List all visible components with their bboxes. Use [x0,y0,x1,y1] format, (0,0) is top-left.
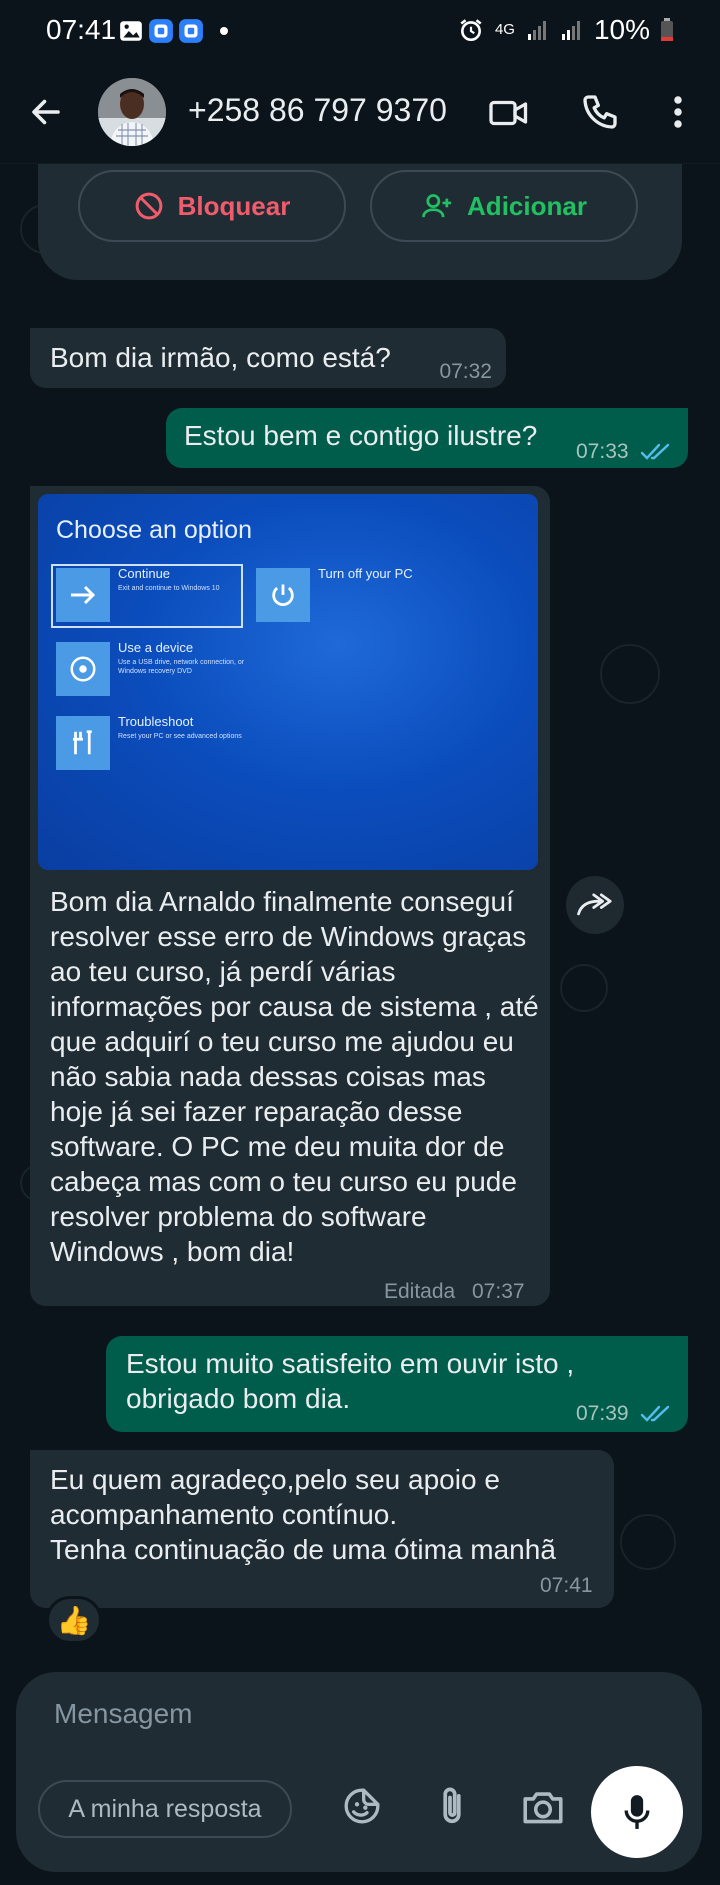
voice-call-icon[interactable] [580,92,620,132]
video-call-icon[interactable] [488,94,530,132]
reaction-badge[interactable]: 👍 [46,1596,102,1644]
read-receipt-icon [640,1405,670,1422]
add-user-icon [422,194,452,218]
message-text: Eu quem agradeço,pelo seu apoio e acompa… [50,1464,556,1565]
turn-off-tile [256,568,310,622]
chat-header: +258 86 797 9370 [0,62,720,164]
continue-sub: Exit and continue to Windows 10 [118,585,220,592]
forward-button[interactable] [566,876,624,934]
continue-label: Continue [118,566,171,581]
use-device-sub: Use a USB drive, network connection, or … [118,659,245,675]
unknown-contact-card: Bloquear Adicionar [38,164,682,280]
message-incoming-image[interactable]: Choose an option Continue Exit and conti… [30,486,550,1306]
camera-icon[interactable] [522,1788,564,1826]
app-notification-icon-2 [179,19,203,43]
gallery-notification-icon [120,21,142,41]
edited-label: Editada [384,1280,456,1303]
power-icon [272,584,294,606]
message-text: Bom dia irmão, como está? [50,342,391,373]
message-time: 07:41 [540,1574,593,1597]
message-time: 07:33 [576,440,629,463]
block-button[interactable]: Bloquear [78,170,346,242]
voice-record-button[interactable] [591,1766,683,1858]
status-bar: 07:41 4G 10% [0,0,720,62]
back-arrow-icon[interactable] [28,94,64,130]
troubleshoot-sub: Reset your PC or see advanced options [118,733,242,740]
disc-icon [70,656,96,682]
attach-icon[interactable] [434,1784,470,1828]
more-options-icon[interactable] [664,94,692,130]
signal-icon [527,21,546,40]
microphone-icon [624,1795,650,1829]
signal-icon-2 [561,21,580,40]
windows-recovery-screenshot[interactable]: Choose an option Continue Exit and conti… [38,494,538,870]
status-time: 07:41 [46,14,117,45]
continue-tile [56,568,110,622]
message-text: Bom dia Arnaldo finalmente conseguí reso… [50,886,547,1267]
message-incoming[interactable]: Eu quem agradeço,pelo seu apoio e acompa… [30,1450,614,1608]
message-incoming[interactable]: Bom dia irmão, como está? 07:32 [30,328,506,388]
troubleshoot-tile [56,716,110,770]
win-title: Choose an option [56,516,252,544]
block-icon [135,192,163,220]
message-input[interactable]: Mensagem [54,1698,193,1730]
tools-icon [73,730,92,755]
app-notification-icon [149,19,173,43]
more-notifications-dot [220,27,228,35]
turn-off-label: Turn off your PC [318,566,413,581]
block-label: Bloquear [177,190,291,221]
add-label: Adicionar [467,190,587,221]
message-time: 07:39 [576,1402,629,1425]
add-contact-button[interactable]: Adicionar [370,170,638,242]
message-time: 07:37 [472,1280,525,1303]
use-device-label: Use a device [118,640,194,655]
chat-area[interactable]: Bloquear Adicionar Bom dia irmão, como e… [0,164,720,1674]
forward-icon [577,893,612,916]
use-device-tile [56,642,110,696]
read-receipt-icon [640,443,670,460]
contact-photo [98,78,166,146]
message-time: 07:32 [439,360,492,383]
quick-reply-chip[interactable]: A minha resposta [38,1780,292,1838]
battery-icon [661,18,673,41]
contact-name[interactable]: +258 86 797 9370 [188,92,447,129]
troubleshoot-label: Troubleshoot [118,714,194,729]
right-arrow-icon [71,585,96,605]
alarm-icon [460,19,482,42]
message-outgoing[interactable]: Estou muito satisfeito em ouvir isto , o… [106,1336,688,1432]
battery-percent: 10% [593,14,650,45]
network-type: 4G [494,21,515,38]
message-text: Estou bem e contigo ilustre? [184,420,538,451]
message-text: Estou muito satisfeito em ouvir isto , o… [126,1348,575,1414]
composer: Mensagem A minha resposta [16,1672,702,1872]
message-outgoing[interactable]: Estou bem e contigo ilustre? 07:33 [166,408,688,468]
sticker-icon[interactable] [342,1786,382,1826]
avatar[interactable] [98,78,166,146]
